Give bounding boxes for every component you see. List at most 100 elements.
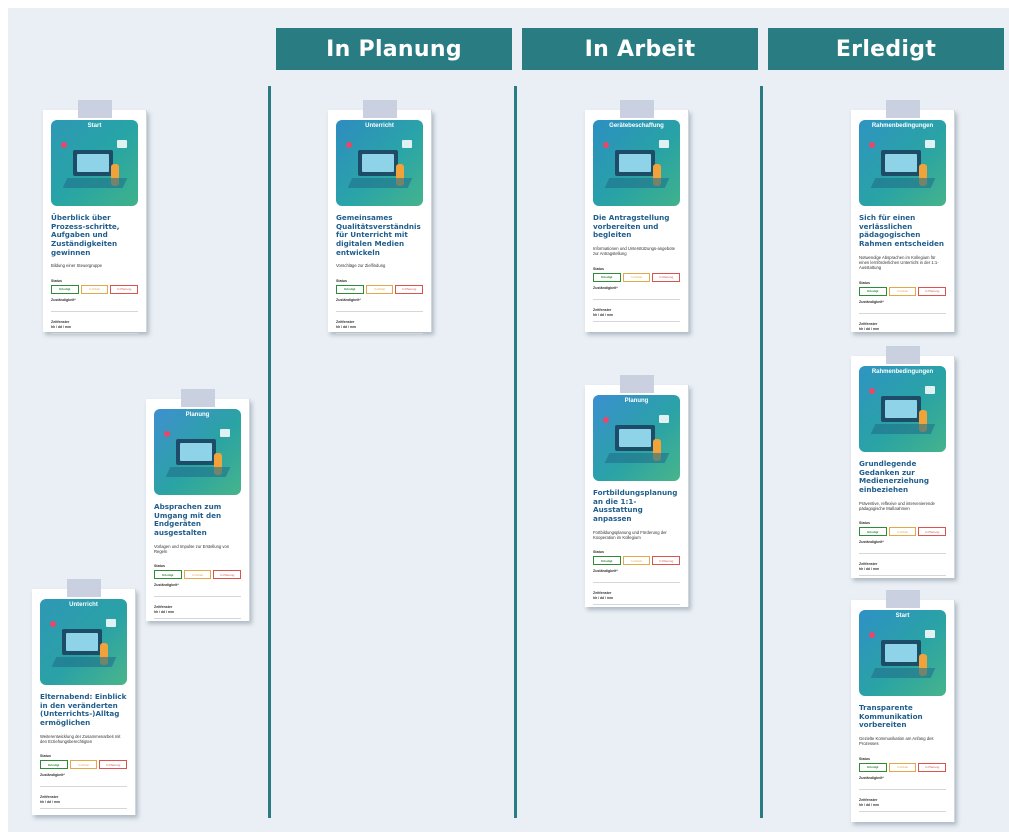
card-category: Unterricht xyxy=(69,602,98,608)
task-card[interactable]: Unterricht Gemeinsames Qualitätsverständ… xyxy=(328,100,432,334)
period-value: hh / dd / mm xyxy=(593,596,613,601)
responsible-label: Zuständigkeit* xyxy=(51,297,76,302)
card-category: Planung xyxy=(624,398,649,404)
card-title: Überblick über Prozess-schritte, Aufgabe… xyxy=(51,213,120,257)
card-illustration: Rahmenbedingungen xyxy=(859,120,946,206)
column-header-in-arbeit: In Arbeit xyxy=(522,28,758,70)
card-category: Start xyxy=(87,123,102,129)
card-category: Unterricht xyxy=(365,123,394,129)
tape-strip xyxy=(885,346,920,364)
task-card[interactable]: Start Überblick über Prozess-schritte, A… xyxy=(43,100,147,334)
status-done-option[interactable]: Erledigt xyxy=(40,760,68,770)
status-done-option[interactable]: Erledigt xyxy=(859,762,887,772)
status-done-option[interactable]: Erledigt xyxy=(859,527,887,537)
status-plan-option[interactable]: In Planung xyxy=(652,272,681,282)
status-done-option[interactable]: Erledigt xyxy=(593,556,621,566)
period-line xyxy=(154,617,241,620)
status-options: Erledigt In Arbeit In Planung xyxy=(154,570,242,580)
status-label: Status xyxy=(336,278,347,283)
responsible-label: Zuständigkeit* xyxy=(40,773,65,778)
responsible-label: Zuständigkeit* xyxy=(859,299,884,304)
status-plan-option[interactable]: In Planung xyxy=(918,527,947,537)
period-value: hh / dd / mm xyxy=(859,567,879,572)
status-work-option[interactable]: In Arbeit xyxy=(80,284,109,294)
tape-strip xyxy=(619,100,654,118)
card-title: Gemeinsames Qualitätsverständnis für Unt… xyxy=(336,213,421,257)
status-options: Erledigt In Arbeit In Planung xyxy=(336,284,424,294)
status-done-option[interactable]: Erledigt xyxy=(336,284,364,294)
card-category: Planung xyxy=(185,412,210,418)
status-options: Erledigt In Arbeit In Planung xyxy=(859,762,947,772)
card-illustration: Gerätebeschaffung xyxy=(593,120,680,206)
period-line xyxy=(859,810,946,812)
status-options: Erledigt In Arbeit In Planung xyxy=(51,284,139,294)
status-plan-option[interactable]: In Planung xyxy=(652,556,681,566)
period-label: Zeitfenster xyxy=(51,319,70,324)
status-work-option[interactable]: In Arbeit xyxy=(888,527,917,537)
card-title: Grundlegende Gedanken zur Medienerziehun… xyxy=(859,459,930,494)
status-options: Erledigt In Arbeit In Planung xyxy=(593,556,681,566)
status-work-option[interactable]: In Arbeit xyxy=(622,272,651,282)
task-card[interactable]: Unterricht Elternabend: Einblick in den … xyxy=(32,579,136,815)
task-card[interactable]: Planung Fortbildungsplanung an die 1:1-A… xyxy=(585,375,689,607)
responsible-line xyxy=(859,788,946,790)
status-label: Status xyxy=(40,754,51,759)
status-done-option[interactable]: Erledigt xyxy=(859,286,887,296)
tape-strip xyxy=(180,389,215,407)
status-options: Erledigt In Arbeit In Planung xyxy=(593,272,681,282)
card-subtitle: Informationen und Unterstützungs-angebot… xyxy=(593,245,675,257)
card-title: Transparente Kommunikation vorbereiten xyxy=(859,703,923,730)
card-category: Gerätebeschaffung xyxy=(609,123,664,129)
status-done-option[interactable]: Erledigt xyxy=(51,284,79,294)
status-plan-option[interactable]: In Planung xyxy=(110,284,139,294)
period-label: Zeitfenster xyxy=(40,795,59,800)
card-subtitle: Fortbildungsplanung und Förderung der Ko… xyxy=(593,529,667,541)
status-options: Erledigt In Arbeit In Planung xyxy=(859,286,947,296)
status-work-option[interactable]: In Arbeit xyxy=(622,556,651,566)
card-illustration: Planung xyxy=(593,395,680,481)
card-illustration: Start xyxy=(859,610,946,696)
task-card[interactable]: Rahmenbedingungen Sich für einen verläss… xyxy=(851,100,955,336)
task-card[interactable]: Start Transparente Kommunikation vorbere… xyxy=(851,590,955,822)
status-plan-option[interactable]: In Planung xyxy=(99,760,128,770)
status-work-option[interactable]: In Arbeit xyxy=(365,284,394,294)
status-work-option[interactable]: In Arbeit xyxy=(183,570,212,580)
period-label: Zeitfenster xyxy=(859,562,878,567)
status-plan-option[interactable]: In Planung xyxy=(213,570,242,580)
task-card[interactable]: Gerätebeschaffung Die Antragstellung vor… xyxy=(585,100,689,332)
status-label: Status xyxy=(593,550,604,555)
responsible-label: Zuständigkeit* xyxy=(593,285,618,290)
period-value: hh / dd / mm xyxy=(593,312,613,317)
status-plan-option[interactable]: In Planung xyxy=(918,286,947,296)
column-header-in-planung: In Planung xyxy=(276,28,512,70)
status-work-option[interactable]: In Arbeit xyxy=(888,286,917,296)
period-label: Zeitfenster xyxy=(859,797,878,802)
card-illustration: Start xyxy=(51,120,138,206)
responsible-line xyxy=(154,595,241,598)
task-card[interactable]: Planung Absprachen zum Umgang mit den En… xyxy=(146,389,250,621)
card-subtitle: Notwendige Absprachen im Kollegium für e… xyxy=(859,254,939,271)
status-done-option[interactable]: Erledigt xyxy=(154,570,182,580)
column-header-erledigt: Erledigt xyxy=(768,28,1004,70)
status-label: Status xyxy=(154,564,165,569)
status-label: Status xyxy=(859,521,870,526)
card-illustration: Unterricht xyxy=(336,120,423,206)
responsible-label: Zuständigkeit* xyxy=(859,775,884,780)
status-plan-option[interactable]: In Planung xyxy=(918,762,947,772)
status-work-option[interactable]: In Arbeit xyxy=(888,762,917,772)
status-done-option[interactable]: Erledigt xyxy=(593,272,621,282)
card-subtitle: Gezielte Kommunikation am Anfang des Pro… xyxy=(859,735,934,747)
period-value: hh / dd / mm xyxy=(859,802,879,807)
responsible-line xyxy=(40,785,127,788)
status-label: Status xyxy=(859,756,870,761)
responsible-line xyxy=(859,312,946,314)
period-label: Zeitfenster xyxy=(154,605,173,610)
card-category: Rahmenbedingungen xyxy=(871,369,934,375)
card-title: Fortbildungsplanung an die 1:1-Ausstattu… xyxy=(593,488,678,523)
task-card[interactable]: Rahmenbedingungen Grundlegende Gedanken … xyxy=(851,346,955,578)
status-plan-option[interactable]: In Planung xyxy=(395,284,424,294)
column-divider-3 xyxy=(760,86,763,818)
status-options: Erledigt In Arbeit In Planung xyxy=(40,760,128,770)
tape-strip xyxy=(66,579,101,597)
status-work-option[interactable]: In Arbeit xyxy=(69,760,98,770)
